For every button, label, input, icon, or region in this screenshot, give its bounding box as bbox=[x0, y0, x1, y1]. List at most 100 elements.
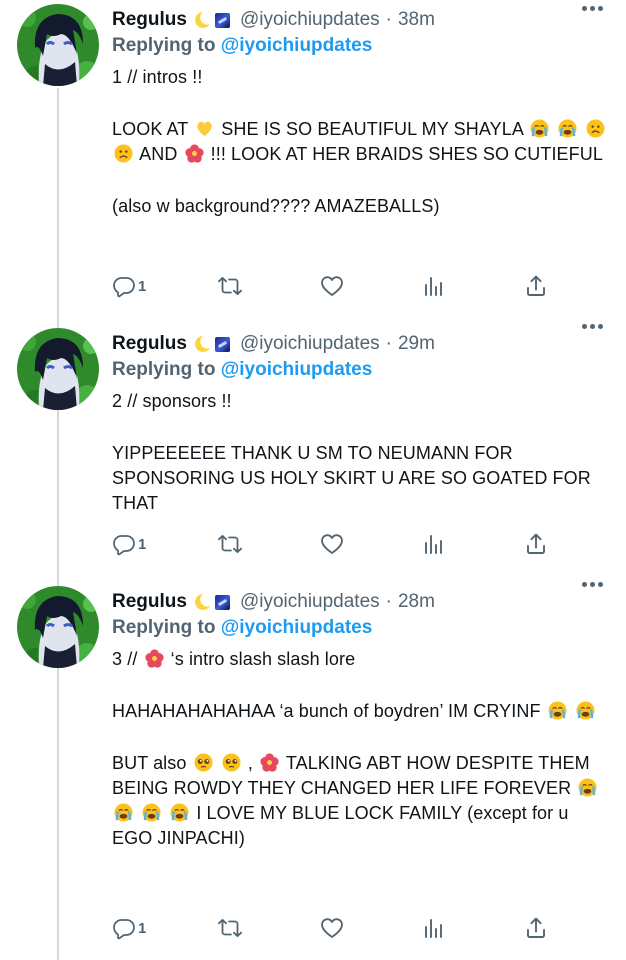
tweet-content: Regulus @iyoichiupdates · 29m Replying t… bbox=[112, 332, 612, 516]
text-segment: BUT also bbox=[112, 753, 187, 773]
timestamp[interactable]: 29m bbox=[398, 333, 435, 355]
loudly-crying-emoji-icon bbox=[142, 803, 162, 822]
analytics-icon bbox=[425, 919, 442, 938]
display-name[interactable]: Regulus bbox=[112, 333, 187, 355]
separator-dot: · bbox=[385, 591, 392, 612]
like-icon bbox=[321, 276, 343, 296]
reply-count: 1 bbox=[138, 277, 147, 295]
share-button[interactable] bbox=[524, 914, 548, 942]
tweet-header: Regulus @iyoichiupdates · 29m bbox=[112, 332, 612, 356]
like-icon bbox=[321, 918, 343, 938]
loudly-crying-emoji-icon bbox=[530, 119, 550, 138]
like-button[interactable] bbox=[320, 914, 344, 942]
separator-dot: · bbox=[385, 333, 392, 354]
replying-to-handle-link[interactable]: @iyoichiupdates bbox=[221, 359, 373, 380]
retweet-icon bbox=[218, 535, 242, 553]
share-button[interactable] bbox=[524, 272, 548, 300]
analytics-button[interactable] bbox=[422, 272, 446, 300]
frowning-emoji-icon bbox=[586, 119, 606, 138]
tweet-content: Regulus @iyoichiupdates · 28m Replying t… bbox=[112, 590, 612, 851]
text-segment: AND bbox=[139, 144, 178, 164]
more-options-icon[interactable] bbox=[582, 6, 604, 14]
loudly-crying-emoji-icon bbox=[547, 701, 567, 720]
tweet-line: 2 // sponsors !! bbox=[112, 391, 232, 411]
analytics-icon bbox=[425, 277, 442, 296]
share-icon bbox=[527, 275, 545, 296]
user-handle[interactable]: @iyoichiupdates bbox=[240, 9, 380, 31]
tweet-paragraph: LOOK AT SHE IS SO BEAUTIFUL MY SHAYLA AN… bbox=[112, 117, 612, 167]
retweet-button[interactable] bbox=[218, 272, 242, 300]
text-segment: LOOK AT bbox=[112, 119, 189, 139]
tweet-line: 3 // ‘s intro slash slash lore bbox=[112, 647, 612, 672]
user-handle[interactable]: @iyoichiupdates bbox=[240, 591, 380, 613]
frowning-emoji-icon bbox=[114, 144, 133, 163]
text-segment: HAHAHAHAHAHAA ‘a bunch of boydren’ IM CR… bbox=[112, 701, 541, 721]
pleading-face-emoji-icon bbox=[193, 753, 213, 772]
loudly-crying-emoji-icon bbox=[575, 701, 595, 720]
tweet-header: Regulus @iyoichiupdates · 28m bbox=[112, 590, 612, 614]
tweet-paragraph: YIPPEEEEEE THANK U SM TO NEUMANN FOR SPO… bbox=[112, 443, 591, 513]
retweet-icon bbox=[218, 276, 242, 296]
analytics-button[interactable] bbox=[422, 530, 446, 558]
reply-button[interactable]: 1 bbox=[112, 272, 146, 300]
replying-to: Replying to @iyoichiupdates bbox=[112, 617, 612, 639]
reply-icon bbox=[113, 277, 135, 298]
milky-way-icon bbox=[214, 336, 230, 352]
crescent-moon-icon bbox=[195, 594, 210, 610]
share-icon bbox=[527, 917, 545, 938]
user-handle[interactable]: @iyoichiupdates bbox=[240, 333, 380, 355]
replying-to-label: Replying to bbox=[112, 617, 216, 638]
like-button[interactable] bbox=[320, 530, 344, 558]
like-icon bbox=[321, 534, 343, 554]
more-options-icon[interactable] bbox=[582, 324, 604, 332]
timestamp[interactable]: 38m bbox=[398, 9, 435, 31]
avatar[interactable] bbox=[17, 4, 99, 86]
hibiscus-emoji-icon bbox=[260, 753, 279, 772]
analytics-button[interactable] bbox=[422, 914, 446, 942]
replying-to: Replying to @iyoichiupdates bbox=[112, 35, 612, 57]
timestamp[interactable]: 28m bbox=[398, 591, 435, 613]
replying-to-handle-link[interactable]: @iyoichiupdates bbox=[221, 35, 373, 56]
tweet-text: 2 // sponsors !! YIPPEEEEEE THANK U SM T… bbox=[112, 389, 612, 516]
tweet-paragraph: HAHAHAHAHAHAA ‘a bunch of boydren’ IM CR… bbox=[112, 699, 612, 724]
hibiscus-emoji-icon bbox=[184, 144, 204, 163]
tweet-actions: 1 bbox=[112, 272, 552, 300]
milky-way-icon bbox=[214, 12, 230, 28]
replying-to-label: Replying to bbox=[112, 35, 216, 56]
milky-way-icon bbox=[214, 594, 230, 610]
reply-button[interactable]: 1 bbox=[112, 914, 146, 942]
tweet-text: 1 // intros !! LOOK AT SHE IS SO BEAUTIF… bbox=[112, 65, 612, 219]
loudly-crying-emoji-icon bbox=[170, 803, 190, 822]
like-button[interactable] bbox=[320, 272, 344, 300]
tweet-line: 1 // intros !! bbox=[112, 67, 203, 87]
tweet-1[interactable]: Regulus @iyoichiupdates · 38m Replying t… bbox=[0, 0, 626, 318]
retweet-button[interactable] bbox=[218, 530, 242, 558]
text-segment: !!! LOOK AT HER BRAIDS SHES SO CUTIEFUL bbox=[210, 144, 603, 164]
retweet-button[interactable] bbox=[218, 914, 242, 942]
more-options-icon[interactable] bbox=[582, 582, 604, 590]
replying-to: Replying to @iyoichiupdates bbox=[112, 359, 612, 381]
loudly-crying-emoji-icon bbox=[114, 803, 133, 822]
text-segment: ‘s intro slash slash lore bbox=[170, 649, 356, 669]
reply-count: 1 bbox=[138, 535, 147, 553]
tweet-paragraph: BUT also , TALKING ABT HOW DESPITE THEM … bbox=[112, 751, 612, 851]
tweet-actions: 1 bbox=[112, 914, 552, 942]
tweet-2[interactable]: Regulus @iyoichiupdates · 29m Replying t… bbox=[0, 318, 626, 576]
text-segment: , bbox=[247, 753, 253, 773]
tweet-actions: 1 bbox=[112, 530, 552, 558]
text-segment: 3 // bbox=[112, 649, 138, 669]
crescent-moon-icon bbox=[195, 336, 210, 352]
reply-button[interactable]: 1 bbox=[112, 530, 146, 558]
display-name[interactable]: Regulus bbox=[112, 9, 187, 31]
share-button[interactable] bbox=[524, 530, 548, 558]
avatar[interactable] bbox=[17, 328, 99, 410]
hibiscus-emoji-icon bbox=[144, 649, 164, 668]
share-icon bbox=[527, 533, 545, 554]
tweet-line: (also w background???? AMAZEBALLS) bbox=[112, 196, 440, 216]
display-name[interactable]: Regulus bbox=[112, 591, 187, 613]
tweet-text: 3 // ‘s intro slash slash lore HAHAHAHAH… bbox=[112, 647, 612, 851]
tweet-3[interactable]: Regulus @iyoichiupdates · 28m Replying t… bbox=[0, 576, 626, 960]
avatar[interactable] bbox=[17, 586, 99, 668]
retweet-icon bbox=[218, 919, 242, 937]
replying-to-handle-link[interactable]: @iyoichiupdates bbox=[221, 617, 373, 638]
